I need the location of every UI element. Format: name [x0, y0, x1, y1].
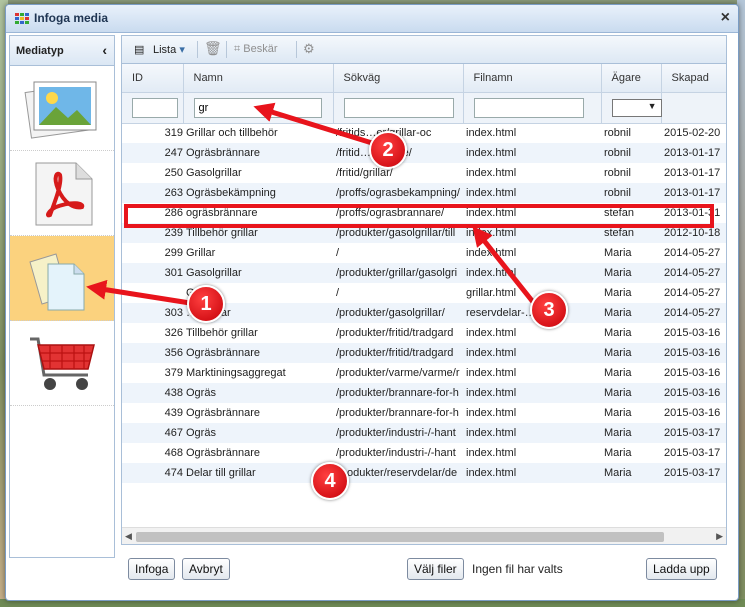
annotation-badge-1: 1 — [187, 285, 225, 323]
arrow-to-documents-icon — [86, 279, 191, 306]
arrow-to-name-filter-icon — [253, 102, 373, 146]
annotation-arrows — [86, 102, 535, 306]
arrow-to-row-icon — [472, 225, 535, 304]
annotation-badge-2: 2 — [369, 131, 407, 169]
annotation-badge-3: 3 — [530, 291, 568, 329]
annotation-badge-4: 4 — [311, 462, 349, 500]
